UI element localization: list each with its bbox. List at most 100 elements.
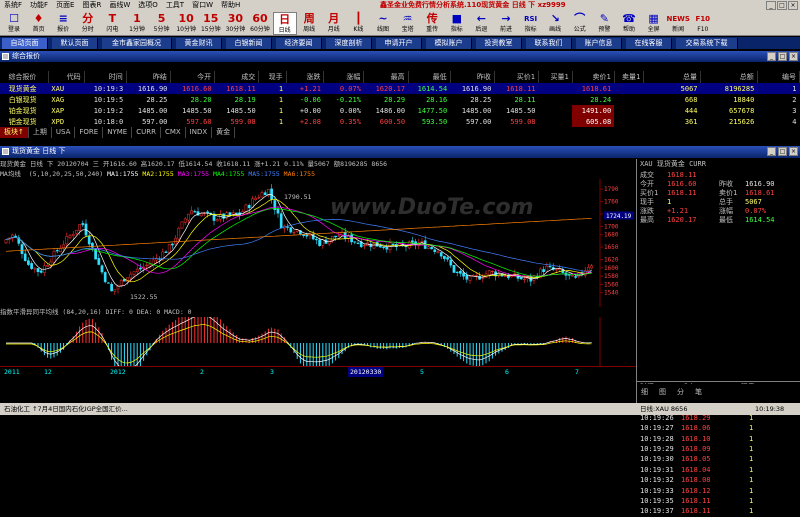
toolbar-button[interactable]: ~ 线图 [371,12,395,35]
nav-tab[interactable]: 投资教室 [476,38,522,49]
pin-icon[interactable] [2,53,9,60]
quote-row[interactable]: 现货黄金 XAU 10:19:3 1616.90 1616.60 1618.11 1 +1.2… [0,83,800,94]
toolbar-button[interactable]: 10 10分钟 [174,12,198,35]
toolbar-button[interactable]: 分分时 [76,12,100,35]
menu-system[interactable]: 系统F [0,0,26,11]
column-header[interactable]: 卖价1 [572,71,615,83]
quote-row[interactable]: 钯金现货 XPD 10:18:0 597.00 597.60 599.08 1 +2.08 0.… [0,116,800,127]
quote-row[interactable]: 铂金现货 XAP 10:19:2 1485.00 1485.50 1485.50 1 +0.0… [0,105,800,116]
toolbar-button[interactable]: ⌒ 公式 [568,12,592,35]
toolbar-button[interactable]: ▦ 全屏 [642,12,666,35]
panel-close-icon[interactable]: × [789,52,798,61]
column-header[interactable]: 时间 [84,71,127,83]
toolbar-button[interactable]: ♦ 首页 [27,12,51,35]
sheet-tab[interactable]: 上期 [29,127,52,138]
toolbar-button[interactable]: RSI 指标 [519,12,543,35]
toolbar-button[interactable]: ✎ 预警 [592,12,616,35]
toolbar-button[interactable]: ┃ K线 [346,12,370,35]
column-header[interactable]: 综合报价 [0,71,49,83]
nav-tab[interactable]: 金市鑫家园概况 [102,38,172,49]
sheet-tab[interactable]: 黄金 [212,127,236,138]
maximize-button[interactable]: □ [777,1,787,10]
menu-help[interactable]: 帮助H [217,0,244,11]
menu-page[interactable]: 页面E [52,0,78,11]
column-header[interactable]: 买价1 [494,71,540,83]
panel-max-icon[interactable]: □ [778,147,787,156]
nav-tab[interactable]: 经济要闻 [276,38,322,49]
column-header[interactable]: 总量 [643,71,701,83]
nav-tab[interactable]: 白银新闻 [226,38,272,49]
column-header[interactable]: 昨结 [126,71,171,83]
sheet-tab[interactable]: FORE [75,127,104,138]
nav-tab[interactable]: 申请开户 [376,38,422,49]
column-header[interactable]: 最高 [363,71,409,83]
nav-tab[interactable]: 账户信息 [576,38,622,49]
column-header[interactable]: 总额 [700,71,758,83]
candlestick-chart[interactable]: 1790176017301700168016501620160015801560… [0,179,636,307]
menu-function[interactable]: 功能F [26,0,52,11]
toolbar-button[interactable]: 月月线 [322,12,346,35]
toolbar-button[interactable]: 5 5分钟 [150,12,174,35]
toolbar-button[interactable]: → 前进 [494,12,518,35]
menu-draw[interactable]: 画线W [105,0,134,11]
macd-chart[interactable] [0,317,636,366]
nav-tab[interactable]: 默认页面 [52,38,98,49]
toolbar-button[interactable]: ← 后退 [469,12,493,35]
nav-tab[interactable]: 在线客服 [626,38,672,49]
minimize-button[interactable]: _ [766,1,776,10]
nav-tab[interactable]: 深度剖析 [326,38,372,49]
status-scroll-news[interactable]: 石油化工 ↑7月4日国内石化IGP全国汇价... [4,403,128,415]
panel-max-icon[interactable]: □ [778,52,787,61]
toolbar-button[interactable]: ↘ 画线 [543,12,567,35]
toolbar-button[interactable]: 1 1分钟 [125,12,149,35]
toolbar-button[interactable]: ☎ 帮助 [617,12,641,35]
column-header[interactable]: 今开 [170,71,216,83]
toolbar-button[interactable]: T 闪电 [100,12,124,35]
sheet-tab[interactable]: USA [52,127,76,138]
menu-window[interactable]: 窗口W [188,0,217,11]
sheet-tab[interactable]: CURR [132,127,161,138]
toolbar-button[interactable]: F10 F10 [691,12,715,35]
column-header[interactable]: 涨跌 [286,71,325,83]
panel-close-icon[interactable]: × [789,147,798,156]
toolbar-button[interactable]: ☐ 登录 [2,12,26,35]
toolbar-button[interactable]: NEWS 新闻 [666,12,690,35]
ma-indicator-label[interactable]: MA均线 [0,170,21,178]
nav-tab[interactable]: 交易系统下载 [676,38,738,49]
toolbar-button[interactable]: 周周线 [297,12,321,35]
pin-icon[interactable] [2,148,9,155]
column-header[interactable]: 成交 [214,71,260,83]
column-header[interactable]: 最低 [408,71,451,83]
column-header[interactable]: 昨收 [450,71,495,83]
sheet-tab[interactable]: INDX [186,127,213,138]
column-header[interactable]: 买量1 [538,71,573,83]
toolbar-button[interactable]: 30 30分钟 [223,12,247,35]
toolbar-button[interactable]: ≡ 报价 [51,12,75,35]
detail-tab-minute[interactable]: 分 [677,387,684,397]
toolbar-button[interactable]: 传重传 [420,12,444,35]
menu-chart[interactable]: 图表R [79,0,106,11]
close-button[interactable]: × [788,1,798,10]
nav-tab[interactable]: 模拟账户 [426,38,472,49]
nav-tab[interactable]: 自动页面 [2,38,48,49]
column-header[interactable]: 现手 [258,71,287,83]
column-header[interactable]: 卖量1 [614,71,645,83]
nav-tab[interactable]: 黄金财讯 [176,38,222,49]
toolbar-button[interactable]: 15 15分钟 [199,12,223,35]
macd-header[interactable]: 指数平滑异同平均线 (84,20,16) DIFF: 0 DEA: 0 MACD… [0,307,636,317]
panel-min-icon[interactable]: _ [767,147,776,156]
detail-tab-chart[interactable]: 图 [659,387,666,397]
menu-tools[interactable]: 工具T [162,0,188,11]
detail-tab-tick[interactable]: 笔 [695,387,702,397]
toolbar-button[interactable]: ■ 指标 [445,12,469,35]
column-header[interactable]: 编号 [757,71,800,83]
quote-row[interactable]: 白银现货 XAG 10:19:5 28.25 28.20 28.19 1 -0.06 -0.21… [0,94,800,105]
menu-options[interactable]: 选项O [134,0,162,11]
toolbar-button[interactable]: 日日线 [272,12,297,35]
sheet-tab[interactable]: NYME [103,127,133,138]
panel-min-icon[interactable]: _ [767,52,776,61]
detail-tab-fine[interactable]: 细 [641,387,648,397]
column-header[interactable]: 代码 [48,71,85,83]
sheet-tab[interactable]: 板块↑ [0,127,29,138]
column-header[interactable]: 涨幅 [323,71,365,83]
